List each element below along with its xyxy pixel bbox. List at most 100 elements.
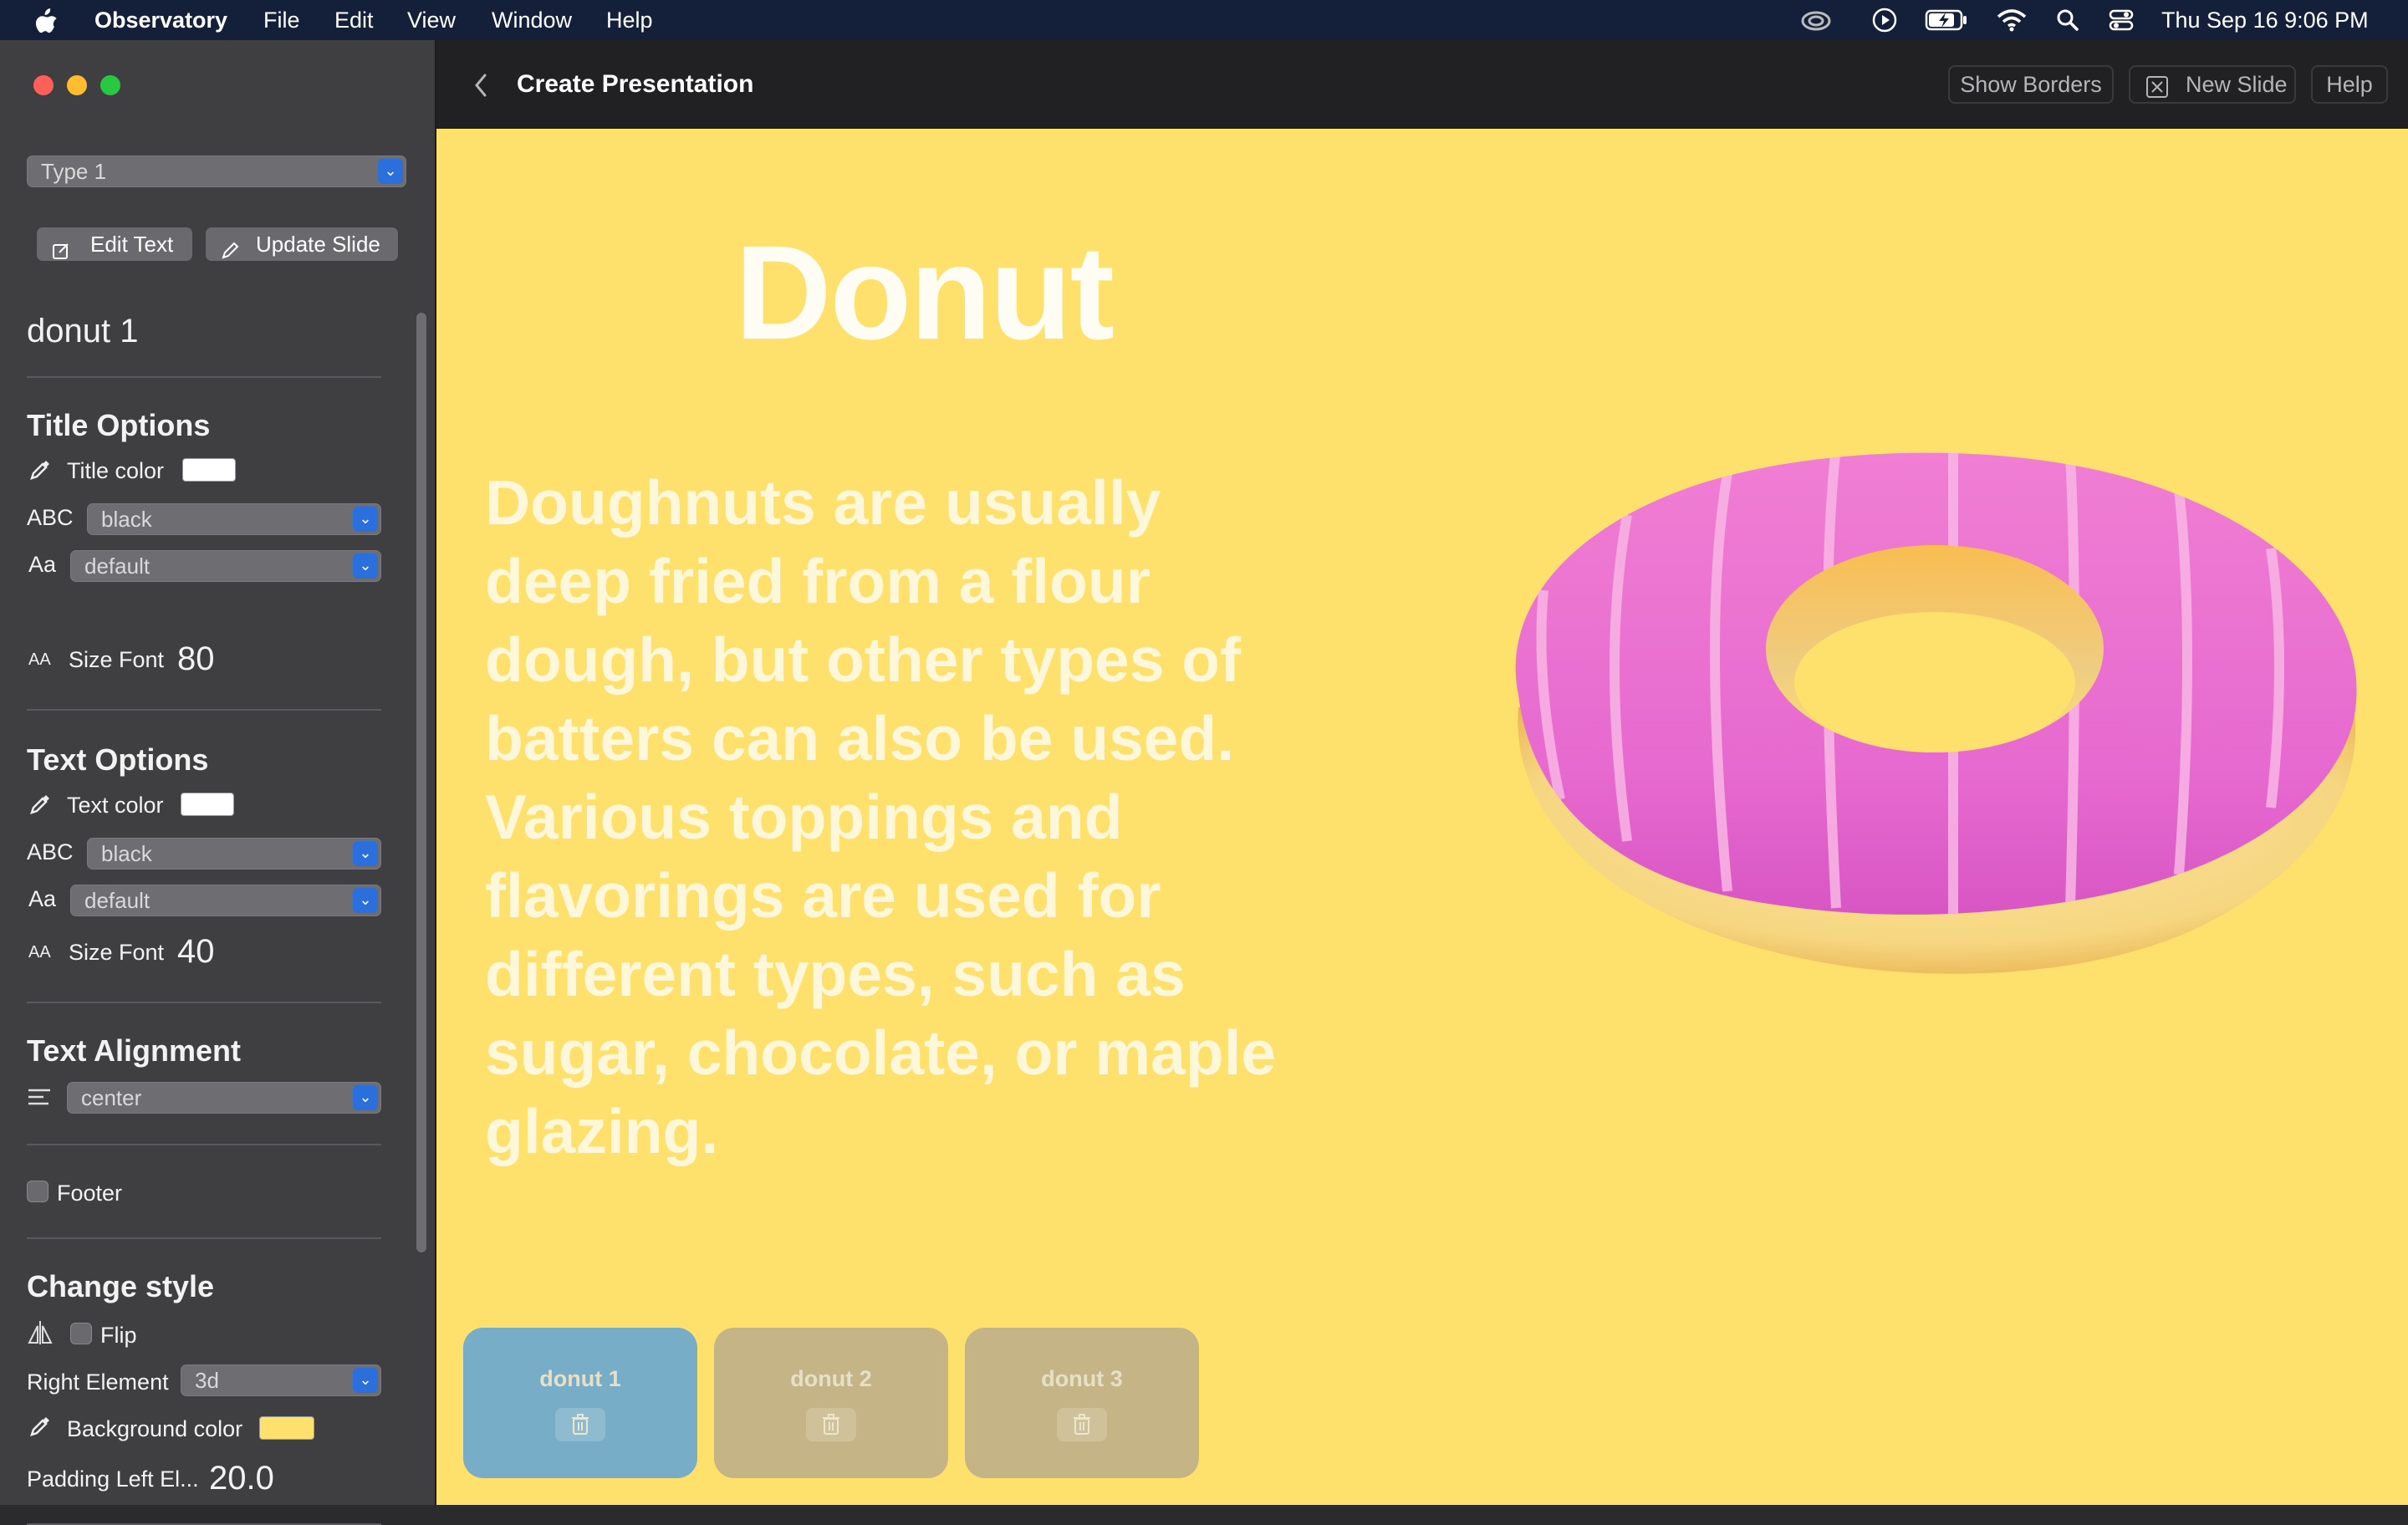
chevron-down-icon: ⌄: [353, 553, 378, 579]
pencil-icon: [221, 236, 239, 269]
body-line: sugar, chocolate, or maple: [485, 1018, 1277, 1088]
menu-edit[interactable]: Edit: [334, 0, 374, 40]
text-font-select[interactable]: default ⌄: [70, 885, 381, 916]
eyedropper-icon[interactable]: [28, 1415, 52, 1444]
title-color-label: Title color: [67, 458, 165, 483]
title-size-value[interactable]: 80: [177, 640, 215, 678]
background-color-swatch[interactable]: [259, 1416, 314, 1440]
footer-checkbox[interactable]: [27, 1181, 48, 1202]
menu-view[interactable]: View: [407, 0, 456, 40]
select-value: default: [84, 888, 150, 913]
divider: [27, 1144, 381, 1145]
slide-title[interactable]: Donut: [436, 216, 1411, 370]
type-select-value: Type 1: [41, 159, 107, 184]
battery-charging-icon[interactable]: [1923, 7, 1970, 33]
thumbnail-name: donut 3: [1041, 1366, 1123, 1391]
eyedropper-icon[interactable]: [28, 458, 52, 487]
right-element-select[interactable]: 3d ⌄: [181, 1364, 381, 1396]
search-icon[interactable]: [2053, 7, 2082, 33]
sidebar: Type 1 ⌄ Edit Text Update Slide donut 1 …: [0, 40, 436, 1525]
wifi-icon[interactable]: [1995, 7, 2028, 33]
slide-name[interactable]: donut 1: [27, 313, 138, 350]
text-color-swatch[interactable]: [181, 793, 234, 816]
title-font-select[interactable]: default ⌄: [70, 550, 381, 582]
divider: [27, 709, 381, 711]
slide-thumbnail[interactable]: donut 3: [965, 1328, 1199, 1478]
text-size-icon: AA: [28, 650, 51, 669]
trash-icon[interactable]: [1057, 1408, 1107, 1441]
slide-body-text[interactable]: Doughnuts are usually deep fried from a …: [485, 463, 1421, 1171]
play-icon[interactable]: [1870, 7, 1900, 33]
new-slide-button[interactable]: New Slide: [2129, 65, 2296, 104]
text-color-label: Text color: [67, 793, 164, 818]
chevron-down-icon: ⌄: [353, 507, 378, 532]
thumbnail-name: donut 2: [790, 1366, 872, 1391]
edit-text-label: Edit Text: [90, 232, 174, 257]
abc-icon: ABC: [27, 839, 74, 865]
body-line: deep fried from a flour: [485, 546, 1150, 616]
trash-icon[interactable]: [806, 1408, 856, 1441]
sidebar-scrollbar[interactable]: [416, 313, 426, 1252]
body-line: batters can also be used.: [485, 703, 1235, 773]
back-chevron-icon[interactable]: [468, 70, 493, 100]
zoom-window-button[interactable]: [100, 75, 120, 95]
body-line: dough, but other types of: [485, 625, 1242, 695]
padding-left-value[interactable]: 20.0: [209, 1460, 274, 1497]
slide-thumbnail[interactable]: donut 1: [463, 1328, 697, 1478]
title-size-label: Size Font: [69, 647, 165, 672]
select-value: center: [81, 1085, 142, 1110]
body-line: Various toppings and: [485, 782, 1123, 852]
padding-left-label: Padding Left El...: [27, 1466, 199, 1492]
menu-window[interactable]: Window: [492, 0, 572, 40]
chevron-down-icon: ⌄: [353, 841, 378, 866]
select-value: black: [101, 507, 152, 532]
select-value: black: [101, 841, 152, 866]
close-square-icon: [2145, 74, 2169, 109]
right-element-label: Right Element: [27, 1369, 169, 1395]
type-select[interactable]: Type 1 ⌄: [27, 156, 406, 187]
thumbnail-name: donut 1: [539, 1366, 621, 1391]
edit-square-icon: [52, 236, 70, 269]
menu-help[interactable]: Help: [606, 0, 653, 40]
app-menu[interactable]: Observatory: [94, 0, 227, 40]
update-slide-button[interactable]: Update Slide: [206, 227, 398, 261]
text-alignment-select[interactable]: center ⌄: [67, 1082, 381, 1114]
body-line: different types, such as: [485, 939, 1186, 1009]
font-icon: Aa: [28, 552, 57, 577]
menu-bar: Observatory File Edit View Window Help T…: [0, 0, 2408, 40]
show-borders-button[interactable]: Show Borders: [1948, 65, 2114, 104]
chevron-down-icon: ⌄: [353, 1085, 378, 1110]
apple-icon[interactable]: [33, 7, 59, 33]
edit-text-button[interactable]: Edit Text: [37, 227, 192, 261]
creative-cloud-icon[interactable]: [1799, 7, 1833, 33]
slide-thumbnail[interactable]: donut 2: [714, 1328, 948, 1478]
help-button[interactable]: Help: [2311, 65, 2388, 104]
title-color-name-select[interactable]: black ⌄: [87, 503, 381, 535]
text-size-label: Size Font: [69, 940, 165, 965]
divider: [27, 376, 381, 378]
select-value: 3d: [195, 1368, 219, 1393]
eyedropper-icon[interactable]: [28, 793, 52, 822]
minimize-window-button[interactable]: [67, 75, 87, 95]
body-line: glazing.: [485, 1096, 719, 1166]
chevron-down-icon: ⌄: [353, 1368, 378, 1393]
flip-checkbox[interactable]: [70, 1323, 92, 1344]
trash-icon[interactable]: [555, 1408, 605, 1441]
slide-canvas[interactable]: Donut Doughnuts are usually deep fried f…: [436, 129, 2408, 1505]
divider: [27, 1002, 381, 1003]
text-size-value[interactable]: 40: [177, 933, 215, 971]
text-color-name-select[interactable]: black ⌄: [87, 838, 381, 870]
update-slide-label: Update Slide: [256, 232, 380, 257]
close-window-button[interactable]: [33, 75, 54, 95]
control-center-icon[interactable]: [2107, 7, 2135, 33]
body-line: flavorings are used for: [485, 860, 1161, 931]
menu-file[interactable]: File: [263, 0, 300, 40]
font-icon: Aa: [28, 886, 57, 911]
align-left-icon: [27, 1087, 52, 1111]
flip-label: Flip: [100, 1323, 137, 1348]
select-value: default: [84, 553, 150, 579]
donut-3d-model[interactable]: [1485, 406, 2371, 975]
title-color-swatch[interactable]: [182, 458, 236, 482]
menubar-clock[interactable]: Thu Sep 16 9:06 PM: [2161, 0, 2369, 40]
abc-icon: ABC: [27, 505, 74, 530]
